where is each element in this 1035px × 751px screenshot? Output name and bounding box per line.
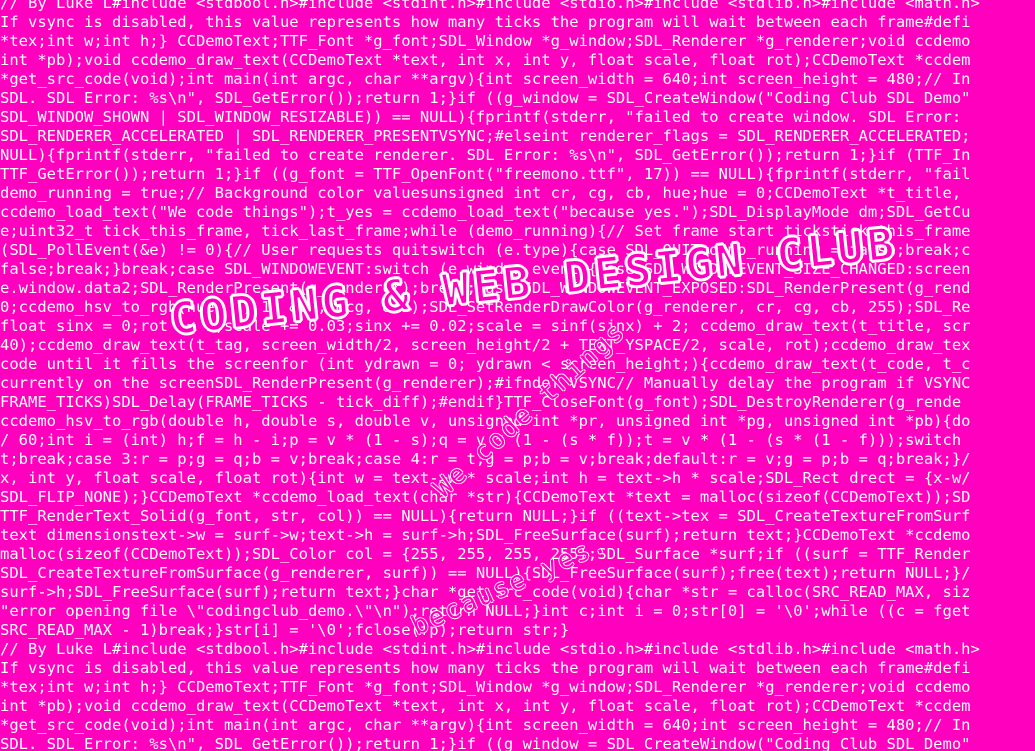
code-line: If vsync is disabled, this value represe… (0, 13, 971, 31)
code-line: currently on the screenSDL_RenderPresent… (0, 374, 971, 392)
code-line: SRC_READ_MAX - 1)break;}str[i] = '\0';fc… (0, 621, 570, 639)
code-line: If vsync is disabled, this value represe… (0, 659, 971, 677)
demo-canvas: // By Luke L#include <stdbool.h>#include… (0, 0, 1035, 751)
code-line: SDL_WINDOW_SHOWN | SDL_WINDOW_RESIZABLE)… (0, 108, 962, 126)
code-line: SDL. SDL Error: %s\n", SDL_GetError());r… (0, 89, 971, 107)
code-line: malloc(sizeof(CCDemoText));SDL_Color col… (0, 545, 971, 563)
code-line: SDL. SDL Error: %s\n", SDL_GetError());r… (0, 735, 971, 751)
code-line: 40);ccdemo_draw_text(t_tag, screen_width… (0, 336, 971, 354)
code-line: *tex;int w;int h;} CCDemoText;TTF_Font *… (0, 678, 971, 696)
code-line: TTF_GetError());return 1;}if ((g_font = … (0, 165, 971, 183)
source-code-background: // By Luke L#include <stdbool.h>#include… (0, 0, 1035, 751)
code-line: *tex;int w;int h;} CCDemoText;TTF_Font *… (0, 32, 971, 50)
code-line: int *pb);void ccdemo_draw_text(CCDemoTex… (0, 697, 971, 715)
code-line: text dimensionstext->w = surf->w;text->h… (0, 526, 971, 544)
code-line: SDL_RENDERER_ACCELERATED | SDL_RENDERER_… (0, 127, 971, 145)
code-line: TTF_RenderText_Solid(g_font, str, col)) … (0, 507, 971, 525)
code-line: t;break;case 3:r = p;g = q;b = v;break;c… (0, 450, 971, 468)
code-line: *get_src_code(void);int main(int argc, c… (0, 716, 971, 734)
code-line: SDL_FLIP_NONE);}CCDemoText *ccdemo_load_… (0, 488, 971, 506)
code-line: "error opening file \"codingclub_demo.\"… (0, 602, 971, 620)
code-line: // By Luke L#include <stdbool.h>#include… (0, 0, 980, 12)
code-line: demo_running = true;// Background color … (0, 184, 962, 202)
code-line: NULL){fprintf(stderr, "failed to create … (0, 146, 971, 164)
code-line: // By Luke L#include <stdbool.h>#include… (0, 640, 980, 658)
code-line: *get_src_code(void);int main(int argc, c… (0, 70, 971, 88)
code-line: float sinx = 0;rot += 1;scale += 0.03;si… (0, 317, 971, 335)
code-line: int *pb);void ccdemo_draw_text(CCDemoTex… (0, 51, 971, 69)
code-line: code until it fills the screenfor (int y… (0, 355, 971, 373)
code-line: x, int y, float scale, float rot){int w … (0, 469, 971, 487)
